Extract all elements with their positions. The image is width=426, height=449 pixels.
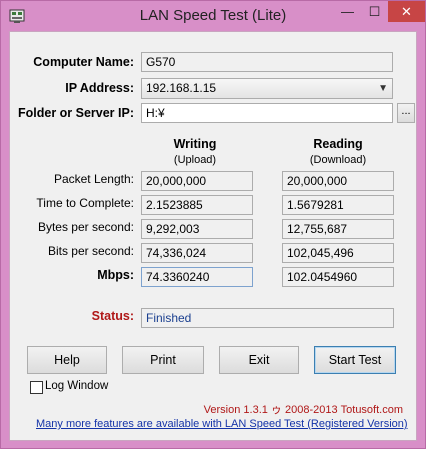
mbps-label: Mbps: — [97, 268, 134, 282]
folder-label: Folder or Server IP: — [17, 106, 134, 120]
minimize-button[interactable]: — — [334, 1, 361, 22]
maximize-button[interactable]: ☐ — [361, 1, 388, 22]
computer-name-label: Computer Name: — [33, 55, 134, 69]
client-area: Computer Name: G570 IP Address: 192.168.… — [9, 31, 417, 441]
log-window-checkbox[interactable] — [30, 381, 43, 394]
browse-button[interactable]: ... — [397, 103, 415, 123]
reading-subheader: (Download) — [309, 154, 367, 166]
computer-name-field[interactable]: G570 — [141, 52, 393, 72]
reading-header: Reading — [313, 137, 363, 151]
time-to-complete-reading: 1.5679281 — [282, 195, 394, 215]
version-text: Version 1.3.1 ゥ 2008-2013 Totusoft.com — [203, 404, 403, 416]
exit-button[interactable]: Exit — [219, 346, 299, 374]
log-window-label[interactable]: Log Window — [45, 380, 108, 392]
writing-subheader: (Upload) — [173, 154, 217, 166]
bits-per-second-label: Bits per second: — [47, 244, 134, 258]
folder-input[interactable]: H:¥ — [141, 103, 393, 123]
bits-per-second-reading: 102,045,496 — [282, 243, 394, 263]
time-to-complete-writing: 2.1523885 — [141, 195, 253, 215]
packet-length-writing: 20,000,000 — [141, 171, 253, 191]
help-button[interactable]: Help — [27, 346, 107, 374]
status-field: Finished — [141, 308, 394, 328]
ip-address-value: 192.168.1.15 — [146, 81, 217, 95]
status-label: Status: — [91, 309, 134, 323]
start-test-button[interactable]: Start Test — [314, 346, 396, 374]
bytes-per-second-reading: 12,755,687 — [282, 219, 394, 239]
packet-length-reading: 20,000,000 — [282, 171, 394, 191]
registered-version-link[interactable]: Many more features are available with LA… — [36, 418, 408, 430]
chevron-down-icon: ▼ — [378, 83, 388, 94]
bytes-per-second-label: Bytes per second: — [37, 220, 134, 234]
time-to-complete-label: Time to Complete: — [36, 196, 134, 210]
title-bar[interactable]: LAN Speed Test (Lite) — ☐ ✕ — [1, 1, 425, 31]
print-button[interactable]: Print — [122, 346, 204, 374]
packet-length-label: Packet Length: — [53, 172, 134, 186]
bytes-per-second-writing: 9,292,003 — [141, 219, 253, 239]
ip-address-label: IP Address: — [65, 81, 134, 95]
mbps-reading: 102.0454960 — [282, 267, 394, 287]
mbps-writing: 74.3360240 — [141, 267, 253, 287]
close-button[interactable]: ✕ — [388, 1, 425, 22]
ip-address-select[interactable]: 192.168.1.15 ▼ — [141, 78, 393, 99]
app-window: LAN Speed Test (Lite) — ☐ ✕ Computer Nam… — [0, 0, 426, 449]
writing-header: Writing — [173, 137, 217, 151]
bits-per-second-writing: 74,336,024 — [141, 243, 253, 263]
